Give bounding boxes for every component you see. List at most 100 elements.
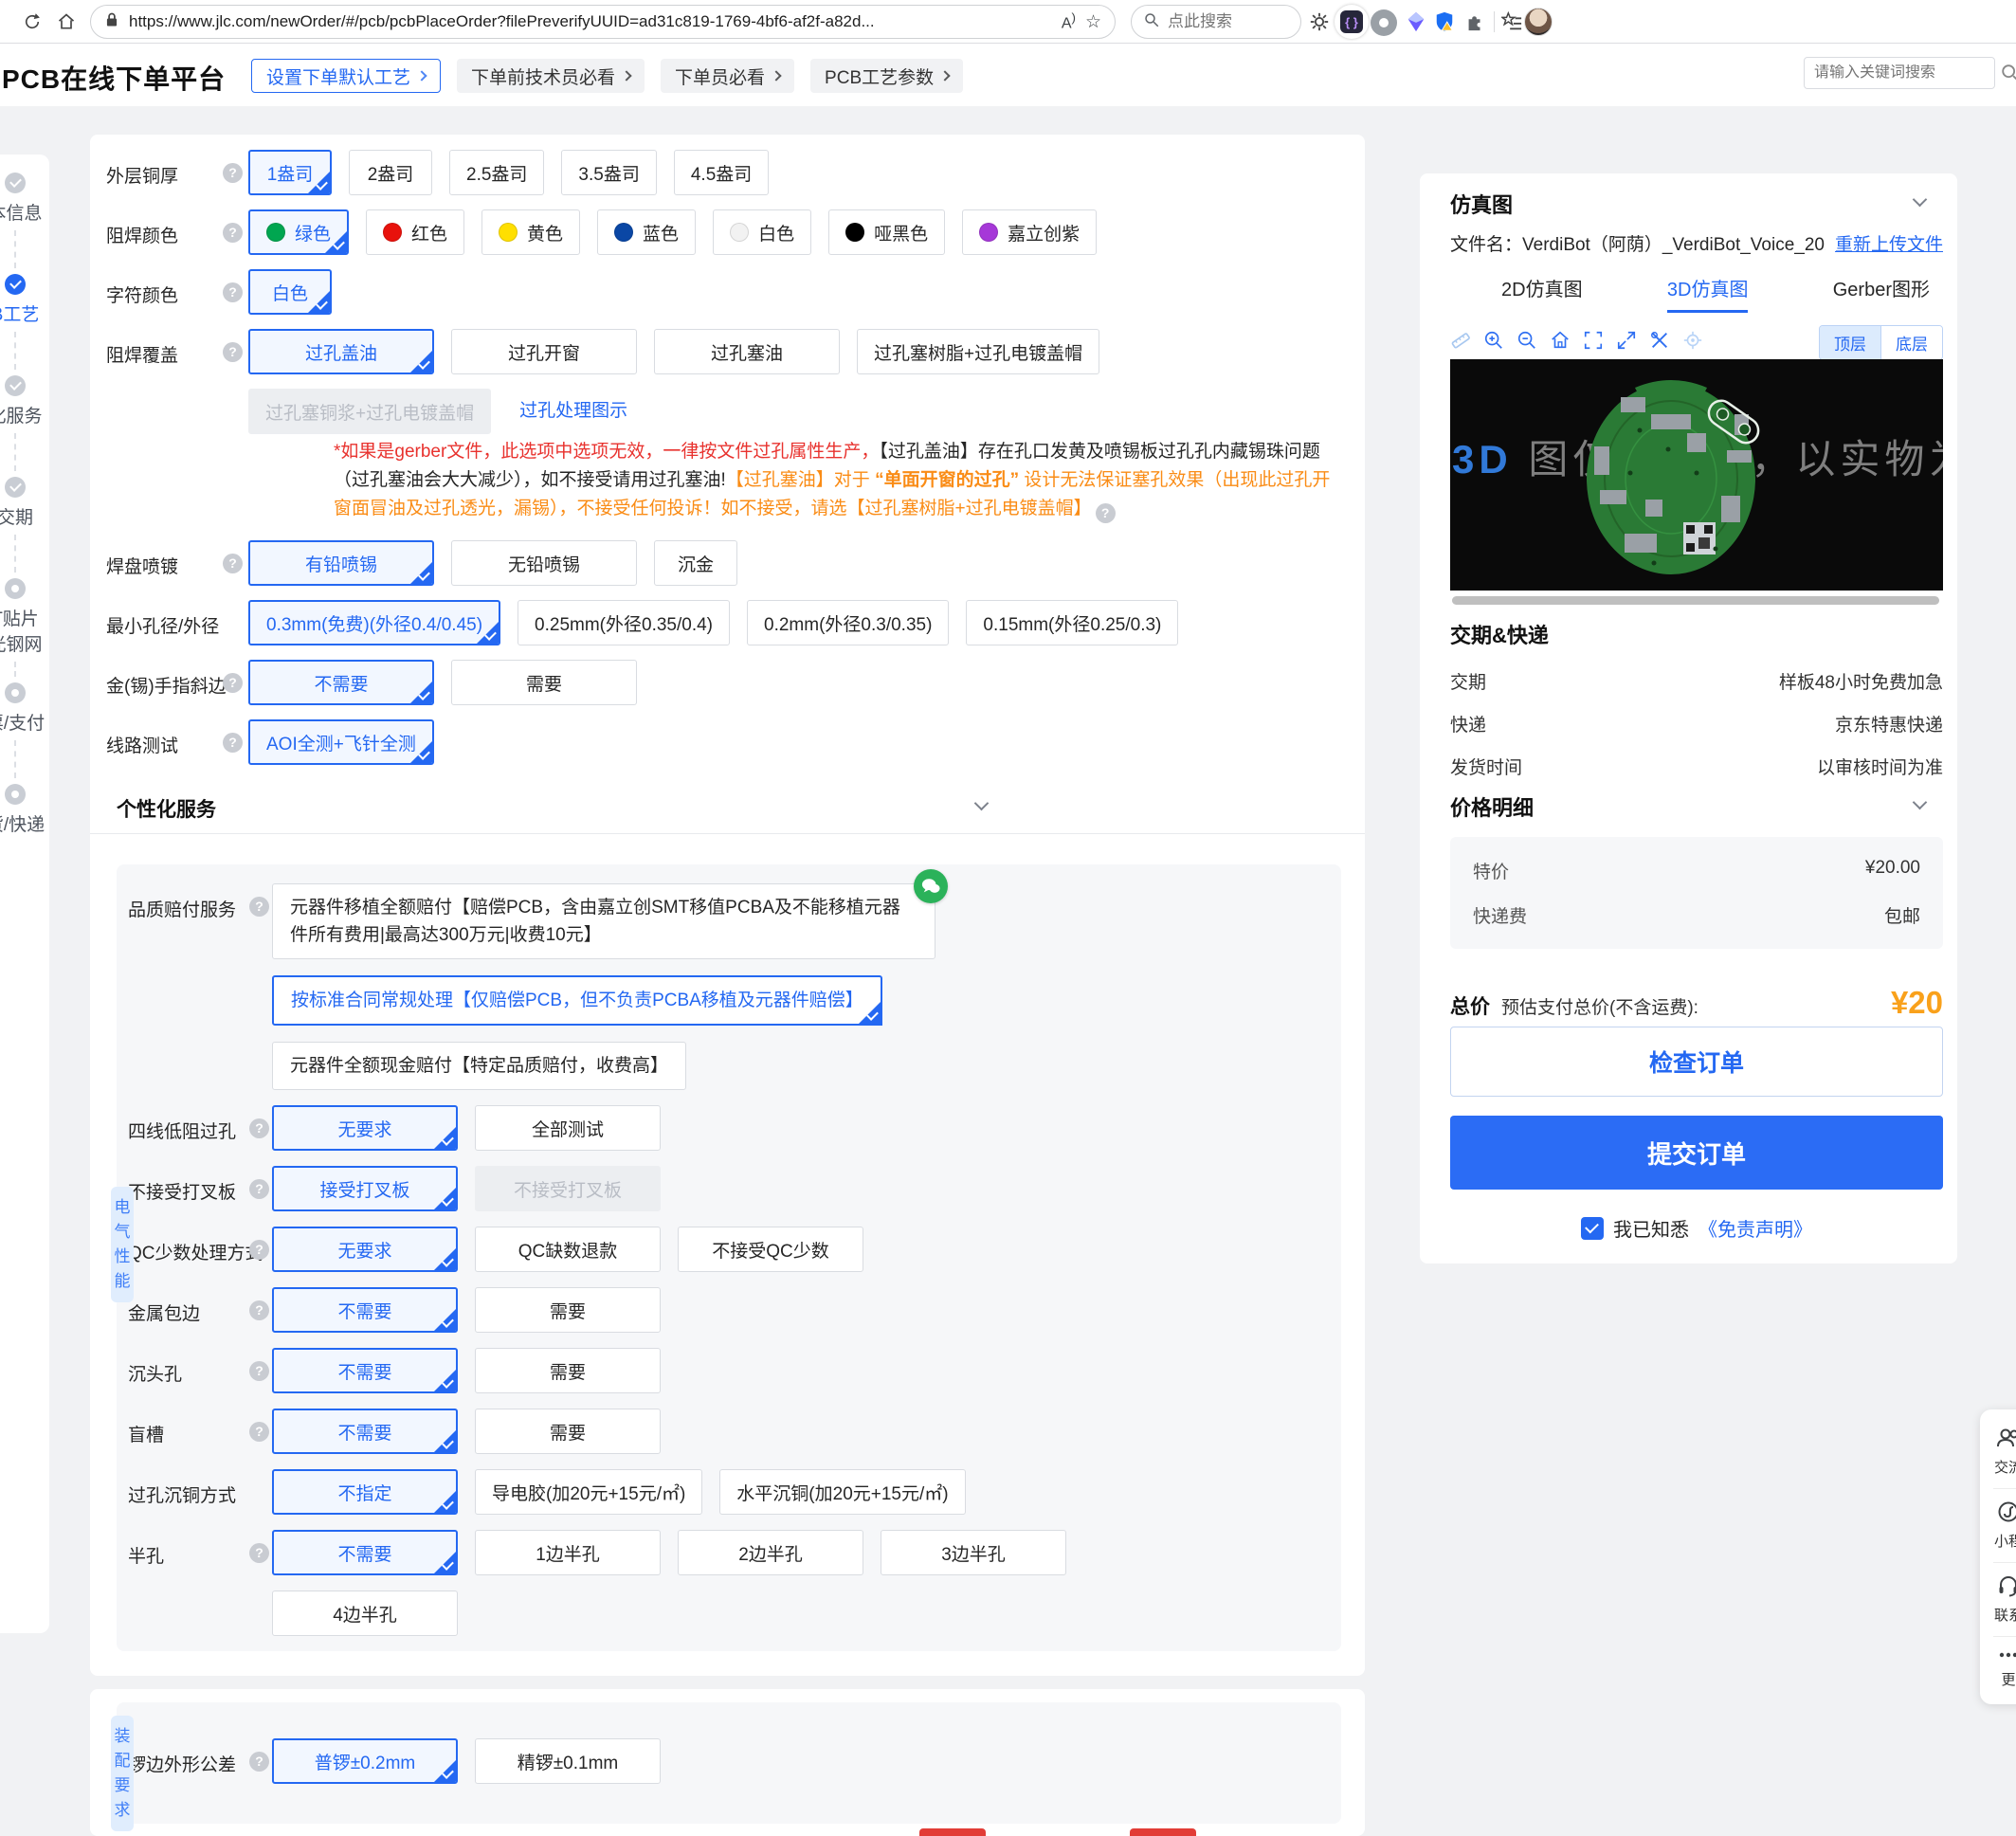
collapse-chevron-icon[interactable]: [1912, 794, 1928, 810]
extension-gray-icon[interactable]: [1371, 9, 1397, 36]
option-metal-yes[interactable]: 需要: [475, 1287, 661, 1333]
browser-search-box[interactable]: [1131, 5, 1301, 39]
step-delivery[interactable]: 交期: [0, 477, 49, 529]
option-via-opened[interactable]: 过孔开窗: [451, 329, 637, 374]
option-metal-no[interactable]: 不需要: [272, 1287, 458, 1333]
tab-3d-simulation[interactable]: 3D仿真图: [1666, 274, 1749, 313]
option-blindslot-yes[interactable]: 需要: [475, 1409, 661, 1454]
miniprogram-item[interactable]: 小程: [1994, 1497, 2016, 1554]
help-icon[interactable]: ?: [223, 554, 243, 573]
option-routing-normal[interactable]: 普锣±0.2mm: [272, 1738, 458, 1784]
help-icon[interactable]: ?: [249, 1300, 269, 1320]
extension-braces-icon[interactable]: [1335, 5, 1369, 39]
more-item[interactable]: 更: [1997, 1645, 2016, 1693]
orderer-mustread-button[interactable]: 下单员必看: [661, 59, 795, 93]
option-mask-jlc-purple[interactable]: 嘉立创紫: [962, 209, 1098, 255]
option-finger-yes[interactable]: 需要: [451, 660, 637, 705]
wechat-service-badge[interactable]: [914, 869, 948, 903]
search-icon[interactable]: [2000, 63, 2016, 88]
option-hole-0.25[interactable]: 0.25mm(外径0.35/0.4): [518, 600, 731, 645]
contact-item[interactable]: 联系: [1994, 1571, 2016, 1628]
tab-gerber[interactable]: Gerber图形: [1833, 274, 1930, 313]
help-icon[interactable]: ?: [249, 1752, 269, 1772]
option-hasl-leaded[interactable]: 有铅喷锡: [248, 540, 434, 586]
option-quality-standard[interactable]: 按标准合同常规处理【仅赔偿PCB，但不负责PCBA移植及元器件赔偿】: [272, 975, 882, 1026]
option-viacopper-conductive-glue[interactable]: 导电胶(加20元+15元/㎡): [475, 1469, 703, 1515]
top-layer-button[interactable]: 顶层: [1820, 326, 1880, 359]
option-copper-2.5oz[interactable]: 2.5盎司: [449, 150, 545, 195]
option-mask-white[interactable]: 白色: [713, 209, 812, 255]
option-quality-full-compensation[interactable]: 元器件移植全额赔付【赔偿PCB，含由嘉立创SMT移值PCBA及不能移植元器件所有…: [272, 869, 948, 959]
option-halfhole-no[interactable]: 不需要: [272, 1530, 458, 1575]
option-halfhole-2side[interactable]: 2边半孔: [678, 1530, 863, 1575]
step-smt[interactable]: T贴片 光钢网: [0, 578, 49, 656]
preview-scrollbar[interactable]: [1452, 596, 1939, 605]
tools-icon[interactable]: [1649, 330, 1670, 355]
disclaimer-link[interactable]: 《免责声明》: [1698, 1214, 1812, 1242]
profile-avatar[interactable]: [1524, 8, 1553, 36]
zoom-out-icon[interactable]: [1517, 330, 1537, 355]
shield-warning-icon[interactable]: [1433, 10, 1456, 33]
option-halfhole-1side[interactable]: 1边半孔: [475, 1530, 661, 1575]
tab-2d-simulation[interactable]: 2D仿真图: [1501, 274, 1583, 313]
option-copper-2oz[interactable]: 2盎司: [349, 150, 432, 195]
option-finger-no[interactable]: 不需要: [248, 660, 434, 705]
option-routing-precise[interactable]: 精锣±0.1mm: [475, 1738, 661, 1784]
option-blindslot-no[interactable]: 不需要: [272, 1409, 458, 1454]
help-icon[interactable]: ?: [249, 897, 269, 917]
personal-service-header[interactable]: 个性化服务: [90, 779, 1365, 834]
address-bar[interactable]: https://www.jlc.com/newOrder/#/pcb/pcbPl…: [90, 5, 1116, 39]
home-icon[interactable]: [55, 10, 78, 33]
option-cross-accept[interactable]: 接受打叉板: [272, 1166, 458, 1211]
option-hole-0.15[interactable]: 0.15mm(外径0.25/0.3): [966, 600, 1179, 645]
help-icon[interactable]: ?: [223, 342, 243, 362]
option-aoi-flying-probe[interactable]: AOI全测+飞针全测: [248, 719, 434, 765]
option-copper-4.5oz[interactable]: 4.5盎司: [673, 150, 770, 195]
help-icon[interactable]: ?: [223, 223, 243, 243]
help-icon[interactable]: ?: [223, 163, 243, 183]
via-treatment-illustration-link[interactable]: 过孔处理图示: [519, 389, 627, 434]
locate-target-icon[interactable]: [1682, 330, 1703, 355]
help-icon[interactable]: ?: [249, 1422, 269, 1442]
option-counterbore-no[interactable]: 不需要: [272, 1348, 458, 1393]
option-qc-none[interactable]: 无要求: [272, 1227, 458, 1272]
help-icon[interactable]: ?: [1095, 503, 1116, 523]
option-copper-3.5oz[interactable]: 3.5盎司: [561, 150, 657, 195]
help-icon[interactable]: ?: [223, 673, 243, 693]
help-icon[interactable]: ?: [223, 282, 243, 302]
option-mask-matte-black[interactable]: 哑黑色: [828, 209, 946, 255]
option-qc-refund[interactable]: QC缺数退款: [475, 1227, 661, 1272]
option-fourwire-none[interactable]: 无要求: [272, 1105, 458, 1151]
fit-frame-icon[interactable]: [1583, 330, 1604, 355]
option-mask-yellow[interactable]: 黄色: [481, 209, 581, 255]
favorites-list-icon[interactable]: [1500, 10, 1523, 33]
option-hole-0.2[interactable]: 0.2mm(外径0.3/0.35): [747, 600, 950, 645]
option-qc-reject[interactable]: 不接受QC少数: [678, 1227, 863, 1272]
option-fourwire-all[interactable]: 全部测试: [475, 1105, 661, 1151]
keyword-search-input[interactable]: [1814, 64, 1985, 82]
collapse-chevron-icon[interactable]: [973, 795, 990, 811]
help-icon[interactable]: ?: [249, 1118, 269, 1138]
step-shipping[interactable]: 货/快递: [0, 784, 49, 836]
option-mask-red[interactable]: 红色: [366, 209, 465, 255]
option-quality-cash[interactable]: 元器件全额现金赔付【特定品质赔付，收费高】: [272, 1042, 687, 1090]
kite-extension-icon[interactable]: [1405, 10, 1427, 33]
refresh-icon[interactable]: [21, 10, 44, 33]
pcb-params-button[interactable]: PCB工艺参数: [810, 59, 964, 93]
option-halfhole-3side[interactable]: 3边半孔: [881, 1530, 1066, 1575]
check-order-button[interactable]: 检查订单: [1450, 1027, 1943, 1097]
community-item[interactable]: 交流: [1994, 1423, 2016, 1481]
option-halfhole-4side[interactable]: 4边半孔: [272, 1591, 458, 1636]
bookmark-star-icon[interactable]: ☆: [1085, 11, 1101, 32]
disclaimer-checkbox[interactable]: [1581, 1216, 1604, 1240]
collapse-chevron-icon[interactable]: [1912, 191, 1928, 208]
bottom-layer-button[interactable]: 底层: [1880, 326, 1942, 359]
pcb-3d-preview[interactable]: 3D 图仅供参考，以实物为准: [1450, 359, 1943, 591]
step-pcb-process[interactable]: B工艺: [0, 274, 49, 326]
help-icon[interactable]: ?: [249, 1240, 269, 1260]
help-icon[interactable]: ?: [249, 1543, 269, 1563]
extensions-puzzle-icon[interactable]: [1463, 10, 1486, 33]
step-basic-info[interactable]: 本信息: [0, 173, 49, 225]
help-icon[interactable]: ?: [223, 733, 243, 753]
keyword-search-box[interactable]: [1804, 57, 1995, 89]
